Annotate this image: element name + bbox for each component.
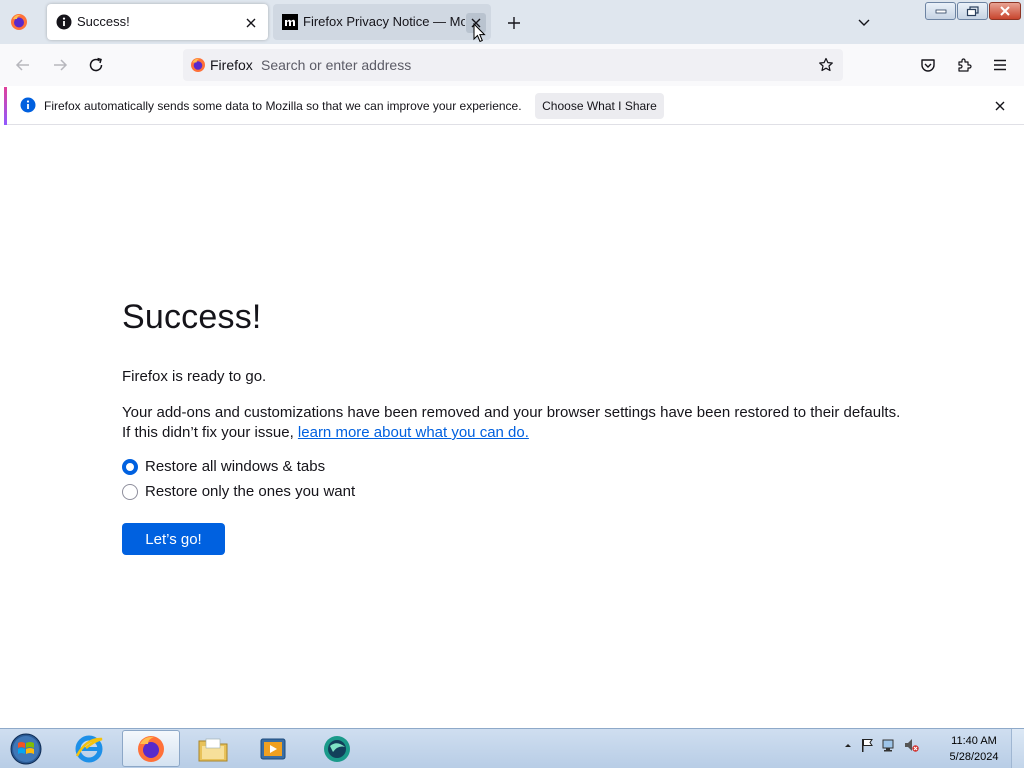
restore-button[interactable] — [957, 2, 988, 20]
app-menu-button[interactable] — [988, 53, 1012, 77]
info-icon — [56, 14, 72, 30]
system-clock[interactable]: 11:40 AM 5/28/2024 — [944, 733, 1004, 765]
star-icon — [819, 57, 833, 72]
page-title: Success! — [122, 298, 262, 336]
show-desktop-button[interactable] — [1011, 729, 1024, 768]
taskbar-app[interactable] — [308, 730, 366, 767]
tab-privacy-notice[interactable]: Firefox Privacy Notice — Mozilla — [273, 4, 491, 40]
new-tab-button[interactable] — [503, 12, 525, 34]
volume-muted-icon[interactable] — [903, 737, 919, 753]
mouse-cursor-icon — [473, 23, 486, 43]
radio-label: Restore all windows & tabs — [145, 458, 326, 475]
identity-label: Firefox — [210, 57, 253, 73]
folder-icon — [198, 738, 228, 761]
close-icon — [995, 101, 1005, 111]
data-collection-notification: Firefox automatically sends some data to… — [4, 87, 1024, 125]
tab-success[interactable]: Success! — [47, 4, 268, 40]
reset-description: Your add-ons and customizations have bee… — [122, 403, 900, 443]
taskbar-file-explorer[interactable] — [184, 730, 242, 767]
taskbar-media-player[interactable] — [244, 730, 302, 767]
pocket-icon — [921, 59, 935, 72]
tab-strip: Success! Firefox Privacy Notice — Mozill… — [0, 0, 1024, 44]
firefox-logo-icon — [138, 735, 164, 762]
windows-taskbar: 11:40 AM 5/28/2024 — [0, 728, 1024, 768]
firefox-logo-icon[interactable] — [10, 13, 28, 31]
back-button[interactable] — [11, 53, 35, 77]
clock-date: 5/28/2024 — [949, 751, 999, 763]
tab-title: Success! — [77, 14, 130, 29]
close-icon — [1000, 6, 1010, 16]
navigation-toolbar: Firefox — [0, 44, 1024, 86]
notification-text: Firefox automatically sends some data to… — [44, 99, 522, 113]
reload-button[interactable] — [84, 53, 108, 77]
taskbar-internet-explorer[interactable] — [60, 730, 118, 767]
hamburger-menu-icon — [994, 59, 1006, 71]
address-bar[interactable]: Firefox — [183, 49, 843, 81]
mozilla-m-icon — [282, 14, 298, 30]
show-hidden-icons-icon[interactable] — [843, 740, 853, 750]
firefox-logo-icon — [191, 58, 205, 72]
puzzle-icon — [958, 58, 972, 72]
ready-text: Firefox is ready to go. — [122, 368, 267, 385]
chevron-down-icon — [858, 19, 870, 26]
page-content: Success! Firefox is ready to go. Your ad… — [0, 126, 1024, 728]
network-icon[interactable] — [881, 737, 897, 753]
identity-box[interactable]: Firefox — [186, 52, 259, 78]
learn-more-link[interactable]: learn more about what you can do. — [298, 424, 529, 441]
bookmark-star-button[interactable] — [815, 54, 837, 76]
media-player-icon — [260, 738, 286, 759]
extensions-button[interactable] — [952, 53, 976, 77]
lets-go-button[interactable]: Let’s go! — [122, 523, 225, 555]
taskbar-firefox[interactable] — [122, 730, 180, 767]
clock-time: 11:40 AM — [951, 735, 997, 747]
system-tray — [843, 737, 919, 753]
close-window-button[interactable] — [989, 2, 1021, 20]
radio-label: Restore only the ones you want — [145, 483, 356, 500]
description-line-2: If this didn’t fix your issue, learn mor… — [122, 423, 900, 443]
radio-restore-some[interactable]: Restore only the ones you want — [122, 483, 355, 500]
tab-title: Firefox Privacy Notice — Mozilla — [303, 14, 465, 29]
choose-what-i-share-button[interactable]: Choose What I Share — [535, 93, 664, 119]
arrow-right-icon — [54, 59, 68, 71]
description-line: Your add-ons and customizations have bee… — [122, 404, 901, 421]
notification-accent — [4, 87, 7, 125]
radio-restore-all[interactable]: Restore all windows & tabs — [122, 458, 325, 475]
pocket-button[interactable] — [916, 53, 940, 77]
arrow-left-icon — [15, 59, 29, 71]
radio-selected-icon[interactable] — [122, 458, 138, 475]
radio-unselected-icon[interactable] — [122, 483, 138, 500]
address-input[interactable] — [261, 53, 781, 77]
internet-explorer-icon — [75, 735, 103, 762]
windows-start-icon[interactable] — [8, 732, 44, 766]
app-globe-icon — [324, 735, 350, 762]
info-icon — [20, 97, 36, 113]
forward-button[interactable] — [48, 53, 72, 77]
minimize-icon — [935, 9, 946, 14]
reload-icon — [89, 57, 103, 72]
close-notification-button[interactable] — [990, 96, 1010, 116]
list-all-tabs-button[interactable] — [854, 12, 874, 32]
restore-icon — [966, 5, 979, 16]
tab-close-icon[interactable] — [241, 13, 261, 33]
minimize-button[interactable] — [925, 2, 956, 20]
description-prefix: If this didn’t fix your issue, — [122, 424, 294, 441]
action-center-flag-icon[interactable] — [859, 737, 875, 753]
